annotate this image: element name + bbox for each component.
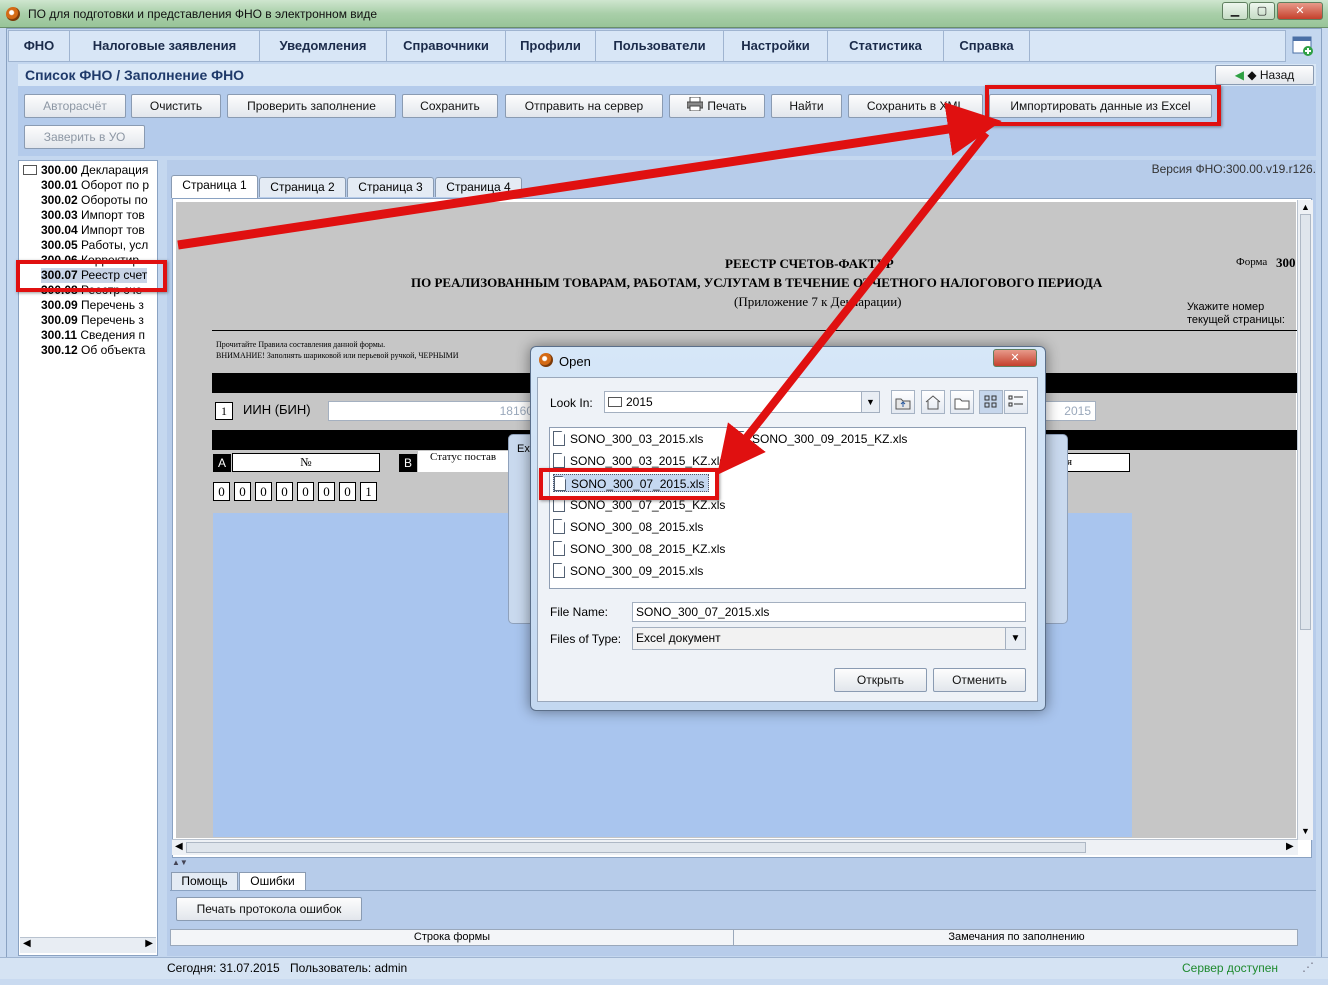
annotation-arrows: [177, 102, 1002, 475]
arrow-to-import-button: [177, 102, 1002, 250]
arrow-to-selected-file: [717, 130, 990, 475]
